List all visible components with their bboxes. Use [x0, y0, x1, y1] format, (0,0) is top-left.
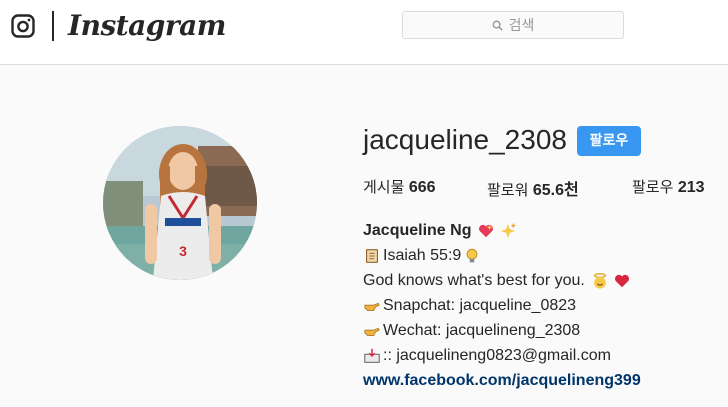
bio-name-line: Jacqueline Ng [363, 218, 641, 243]
bio-website-line: www.facebook.com/jacquelineng399 [363, 368, 641, 393]
light-bulb-icon [466, 248, 478, 262]
profile-username: jacqueline_2308 [363, 124, 567, 155]
inbox-tray-icon [364, 348, 380, 363]
red-heart-icon [614, 274, 629, 287]
pointing-right-icon [364, 327, 380, 336]
bio-snapchat-line: Snapchat: jacqueline_0823 [363, 293, 641, 318]
pointing-right-icon [364, 302, 380, 311]
followers-count: 65.6천 [532, 182, 579, 199]
stat-followers[interactable]: 팔로워 65.6천 [487, 176, 579, 200]
bio-email: :: jacquelineng0823@gmail.com [383, 347, 611, 364]
top-nav: Instagram 검색 [0, 0, 728, 65]
instagram-camera-icon[interactable] [11, 14, 35, 38]
website-link[interactable]: www.facebook.com/jacquelineng399 [363, 368, 641, 393]
avatar-photo: 3 [103, 126, 257, 280]
bio-wechat-line: Wechat: jacquelineng_2308 [363, 318, 641, 343]
followers-label: 팔로워 [487, 181, 529, 199]
bio-quote: God knows what's best for you. [363, 272, 585, 289]
stat-following[interactable]: 팔로우 213 [632, 176, 705, 197]
instagram-logo[interactable]: Instagram [68, 6, 226, 46]
nav-divider [52, 11, 54, 41]
avatar[interactable]: 3 [103, 126, 257, 280]
bio-verse-line: Isaiah 55:9 [363, 243, 641, 268]
follow-button[interactable]: 팔로우 [577, 126, 641, 156]
full-name: Jacqueline Ng [363, 222, 472, 239]
search-input[interactable]: 검색 [402, 11, 624, 39]
following-count: 213 [677, 179, 705, 196]
sparkling-heart-icon [479, 224, 494, 237]
bio-snapchat: Snapchat: jacqueline_0823 [383, 297, 577, 314]
search-placeholder: 검색 [508, 17, 535, 33]
posts-count: 666 [408, 179, 436, 196]
bio-verse: Isaiah 55:9 [383, 247, 462, 264]
profile-bio: Jacqueline Ng Isaiah 55:9 God knows what… [363, 218, 641, 393]
bio-wechat: Wechat: jacquelineng_2308 [383, 322, 581, 339]
svg-text:3: 3 [179, 243, 187, 259]
search-icon [492, 20, 503, 31]
posts-label: 게시물 [363, 178, 405, 196]
stat-posts: 게시물 666 [363, 176, 436, 197]
following-label: 팔로우 [632, 178, 674, 196]
bio-quote-line: God knows what's best for you. [363, 268, 641, 293]
bio-email-line: :: jacquelineng0823@gmail.com [363, 343, 641, 368]
sparkles-icon [501, 222, 517, 238]
scroll-icon [366, 248, 378, 263]
smiling-angel-icon [593, 272, 606, 289]
